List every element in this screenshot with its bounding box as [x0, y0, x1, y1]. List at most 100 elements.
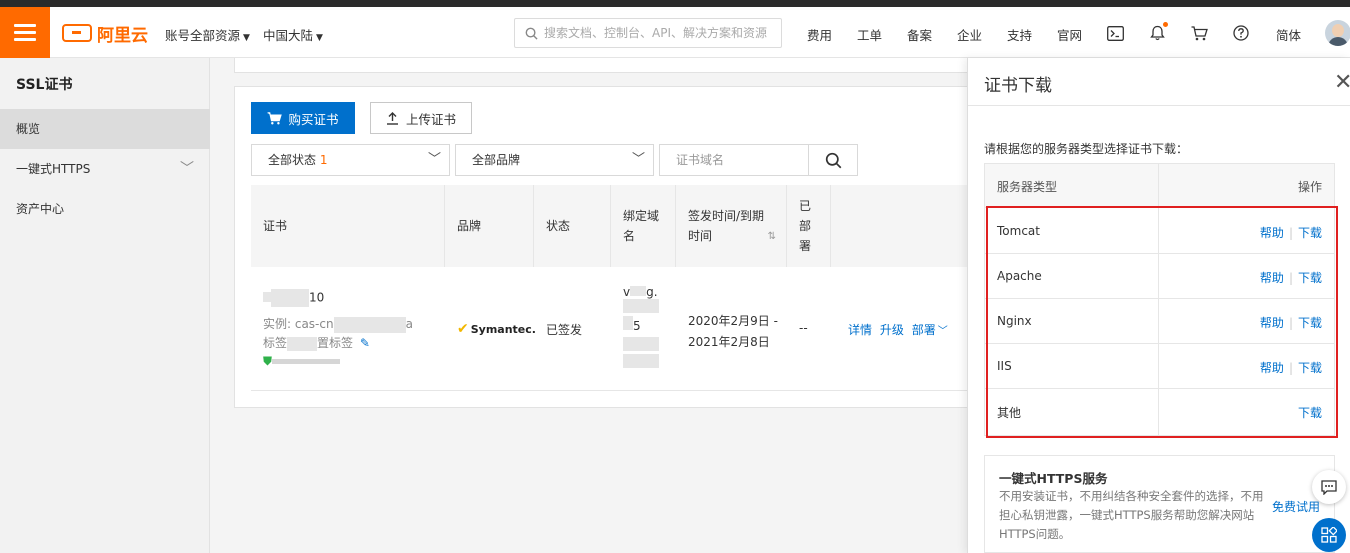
top-navigation-bar: 阿里云 账号全部资源▼ 中国大陆▼ 费用 工单 备案 企业 支持 官网 简体 [0, 7, 1350, 58]
column-header-label: 绑定域名 [623, 209, 660, 243]
redacted-text [263, 291, 271, 302]
redacted-text [623, 316, 633, 330]
column-header-issue-expire-time[interactable]: 签发时间/到期时间 ⇅ [676, 185, 787, 267]
sidebar-item-label: 一键式HTTPS [16, 162, 91, 176]
chat-icon [1321, 479, 1337, 495]
upload-certificate-label: 上传证书 [405, 111, 456, 127]
nav-link-support[interactable]: 支持 [1007, 25, 1032, 44]
download-link[interactable]: 下载 [1298, 226, 1322, 240]
hamburger-icon-line [14, 31, 36, 34]
server-actions: 帮助 | 下载 [1260, 314, 1322, 331]
column-header-label: 证书 [263, 219, 288, 233]
menu-button[interactable] [0, 7, 50, 58]
download-link[interactable]: 下载 [1298, 271, 1322, 285]
column-header-certificate: 证书 [251, 185, 445, 267]
domain-search-button[interactable] [808, 144, 858, 176]
promo-description: 不用安装证书，不用纠结各种安全套件的选择，不用担心私钥泄露，一键式HTTPS服务… [999, 489, 1264, 541]
column-header-brand: 品牌 [445, 185, 534, 267]
table-header: 服务器类型 操作 [985, 164, 1334, 208]
search-input[interactable] [544, 26, 774, 40]
browser-top-strip [0, 0, 1350, 7]
deploy-dropdown[interactable]: 部署 ﹀ [912, 323, 948, 337]
download-link[interactable]: 下载 [1298, 361, 1322, 375]
chevron-down-icon: ﹀ [180, 161, 194, 177]
download-link[interactable]: 下载 [1298, 316, 1322, 330]
server-actions: 帮助 | 下载 [1260, 359, 1322, 376]
close-icon[interactable]: ✕ [1334, 72, 1350, 94]
brand-filter-select[interactable]: 全部品牌 ﹀ [455, 144, 654, 176]
help-link[interactable]: 帮助 [1260, 361, 1284, 375]
upgrade-link[interactable]: 升级 [880, 323, 904, 337]
sidebar: SSL证书 概览 一键式HTTPS ﹀ 资产中心 [0, 58, 210, 553]
bell-icon[interactable] [1148, 22, 1168, 42]
security-status: ⛊ [263, 354, 341, 369]
redacted-text [630, 286, 647, 296]
deploy-label: 部署 [911, 323, 936, 337]
certificate-instance: 实例: cas-cn a [263, 315, 413, 333]
help-link[interactable]: 帮助 [1260, 316, 1284, 330]
notification-dot [1163, 22, 1168, 27]
redacted-text [623, 337, 659, 351]
language-switch[interactable]: 简体 [1276, 25, 1301, 44]
row-actions: 详情 升级 部署 ﹀ [848, 321, 948, 338]
terminal-icon[interactable] [1106, 24, 1124, 42]
details-link[interactable]: 详情 [848, 323, 872, 337]
nav-link-tickets[interactable]: 工单 [857, 25, 882, 44]
buy-certificate-button[interactable]: 购买证书 [251, 102, 355, 134]
tag-suffix: 置标签 [317, 336, 354, 350]
server-actions: 下载 [1298, 404, 1322, 421]
status-filter-select[interactable]: 全部状态 1 ﹀ [251, 144, 450, 176]
account-scope-label: 账号全部资源 [165, 28, 241, 43]
status-filter-label: 全部状态 [268, 153, 317, 167]
status-filter-count: 1 [319, 153, 328, 167]
column-header-label: 签发时间/到期时间 [688, 209, 765, 243]
download-link[interactable]: 下载 [1298, 406, 1322, 420]
server-row-apache: Apache 帮助 | 下载 [985, 254, 1334, 299]
buy-certificate-label: 购买证书 [288, 111, 339, 127]
server-name: IIS [997, 359, 1012, 373]
region-dropdown[interactable]: 中国大陆 ▼ [263, 25, 323, 44]
upload-certificate-button[interactable]: 上传证书 [370, 102, 472, 134]
user-avatar[interactable] [1325, 20, 1350, 46]
column-header-deployed: 已部署 [787, 185, 831, 267]
chevron-down-icon: ﹀ [427, 152, 441, 167]
account-scope-dropdown[interactable]: 账号全部资源 ▼ [165, 25, 250, 44]
cart-icon[interactable] [1190, 24, 1208, 42]
help-link[interactable]: 帮助 [1260, 271, 1284, 285]
edit-tag-icon[interactable]: ✎ [360, 336, 370, 350]
separator: | [1288, 271, 1293, 285]
nav-link-official-site[interactable]: 官网 [1057, 25, 1082, 44]
upload-icon [386, 111, 398, 125]
sort-icon[interactable]: ⇅ [768, 227, 776, 247]
column-header-label: 品牌 [457, 219, 482, 233]
aliyun-logo[interactable]: 阿里云 [62, 22, 148, 46]
sidebar-item-label: 资产中心 [16, 202, 65, 216]
region-label: 中国大陆 [263, 28, 314, 43]
help-link[interactable]: 帮助 [1260, 226, 1284, 240]
bound-domain: v g. 5 [623, 285, 673, 371]
global-search[interactable] [514, 18, 782, 48]
table-header: 证书 品牌 状态 绑定域名 签发时间/到期时间 ⇅ 已部署 [251, 185, 995, 267]
hamburger-icon-line [14, 38, 36, 41]
sidebar-item-one-click-https[interactable]: 一键式HTTPS ﹀ [0, 149, 210, 189]
certificate-status: 已签发 [546, 323, 583, 337]
certificate-tags: 标签 置标签 ✎ [263, 334, 370, 351]
nav-link-enterprise[interactable]: 企业 [957, 25, 982, 44]
nav-link-billing[interactable]: 费用 [807, 25, 832, 44]
instance-prefix: 实例: cas-cn [263, 317, 334, 331]
aliyun-logo-icon [62, 24, 92, 42]
server-actions: 帮助 | 下载 [1260, 269, 1322, 286]
cert-name-suffix: 10 [309, 290, 325, 305]
sidebar-item-overview[interactable]: 概览 [0, 109, 210, 149]
instance-suffix: a [405, 317, 413, 331]
help-icon[interactable] [1232, 24, 1250, 42]
chat-support-button[interactable] [1312, 470, 1346, 504]
brand-logo-symantec: ✔ Symantec. [457, 321, 536, 337]
free-trial-link[interactable]: 免费试用 [1272, 498, 1320, 515]
server-type-table: 服务器类型 操作 Tomcat 帮助 | 下载 Apache 帮助 | 下载 Nginx… [984, 163, 1335, 436]
domain-search-input[interactable]: 证书域名 [659, 144, 809, 176]
quick-apps-button[interactable] [1312, 518, 1346, 552]
nav-link-icp-filing[interactable]: 备案 [907, 25, 932, 44]
sidebar-item-asset-center[interactable]: 资产中心 [0, 189, 210, 229]
chevron-down-icon: ﹀ [631, 152, 645, 167]
